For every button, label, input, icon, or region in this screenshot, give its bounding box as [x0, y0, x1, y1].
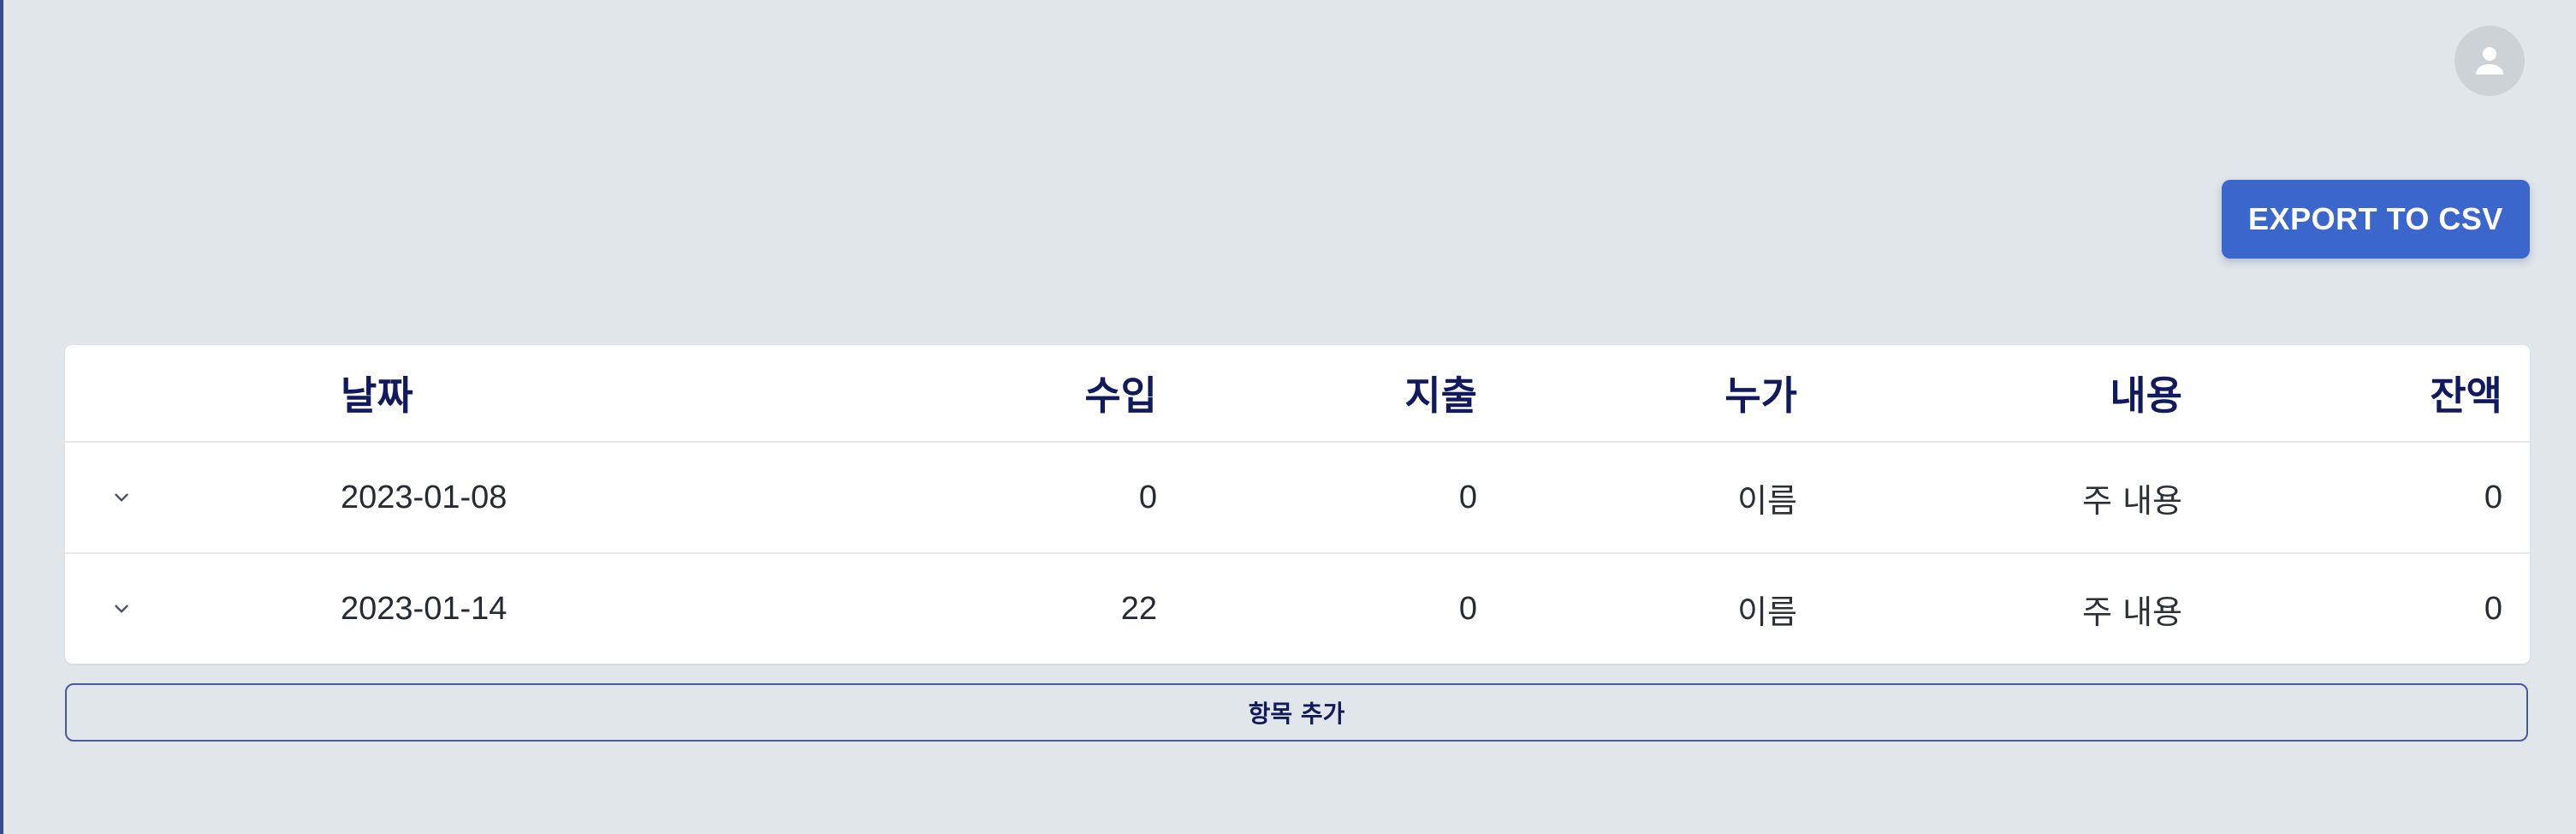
column-header-income[interactable]: 수입: [835, 345, 1157, 441]
cell-who: 이름: [1737, 593, 1797, 631]
cell-expense: 0: [1458, 479, 1477, 515]
column-header-date[interactable]: 날짜: [341, 345, 683, 441]
cell-who: 이름: [1737, 481, 1797, 520]
cell-expense: 0: [1458, 590, 1477, 627]
cell-date: 2023-01-14: [341, 590, 507, 627]
cell-balance: 0: [2484, 590, 2502, 627]
left-edge-border: [0, 0, 3, 834]
person-icon: [2476, 47, 2503, 74]
add-item-button[interactable]: 항목 추가: [65, 683, 2528, 742]
column-header-expense[interactable]: 지출: [1263, 345, 1477, 441]
expand-row-button[interactable]: [103, 443, 140, 552]
cell-income: 0: [1138, 479, 1157, 515]
avatar[interactable]: [2454, 26, 2525, 96]
table-row[interactable]: 2023-01-14 22 0 이름 주 내용 0: [65, 554, 2530, 664]
cell-date: 2023-01-08: [341, 479, 507, 515]
table-row[interactable]: 2023-01-08 0 0 이름 주 내용 0: [65, 443, 2530, 554]
column-header-balance[interactable]: 잔액: [2290, 345, 2502, 441]
export-csv-button[interactable]: EXPORT TO CSV: [2222, 180, 2530, 259]
cell-income: 22: [1120, 590, 1157, 627]
chevron-down-icon: [115, 605, 128, 613]
expand-row-button[interactable]: [103, 554, 140, 664]
cell-content: 주 내용: [2082, 481, 2182, 520]
column-header-content[interactable]: 내용: [1905, 345, 2182, 441]
table-header-row: 날짜 수입 지출 누가 내용 잔액: [65, 345, 2530, 443]
cell-balance: 0: [2484, 479, 2502, 515]
transactions-table: 날짜 수입 지출 누가 내용 잔액 2023-01-08 0 0 이름 주 내용…: [65, 345, 2530, 664]
column-header-who[interactable]: 누가: [1563, 345, 1797, 441]
chevron-down-icon: [115, 493, 128, 502]
cell-content: 주 내용: [2082, 593, 2182, 631]
